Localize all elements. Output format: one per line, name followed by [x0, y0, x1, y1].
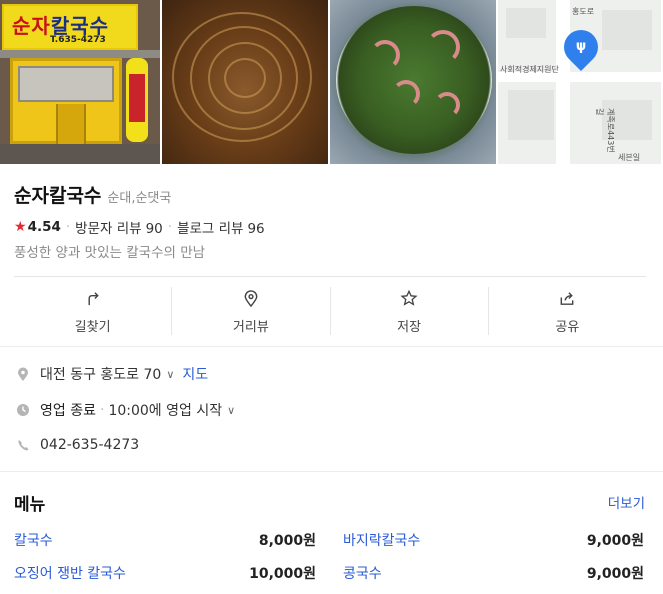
- directions-label: 길찾기: [74, 320, 111, 335]
- phone-icon: [18, 440, 29, 451]
- menu-item-name[interactable]: 칼국수: [14, 530, 53, 550]
- place-description: 풍성한 양과 맛있는 칼국수의 만남: [14, 245, 206, 261]
- noodle-dish-photo[interactable]: [162, 0, 328, 164]
- hours-row: 영업 종료 · 10:00에 영업 시작 ∨: [16, 400, 235, 420]
- menu-item-price: 8,000원: [258, 533, 316, 549]
- visitor-reviews-count: 90: [145, 221, 163, 237]
- star-icon: [400, 289, 418, 306]
- storefront-door: [56, 104, 86, 144]
- rating-star-icon: ★: [14, 219, 27, 235]
- divider: [14, 276, 646, 277]
- divider: [0, 471, 663, 472]
- awning: [0, 50, 160, 58]
- visitor-reviews-label: 방문자 리뷰: [75, 221, 142, 237]
- menu-item-name[interactable]: 바지락칼국수: [343, 530, 420, 550]
- save-label: 저장: [397, 320, 422, 335]
- map-label-street: 계족로443번길: [595, 108, 615, 153]
- location-pin-icon: [18, 367, 28, 381]
- storefront-photo[interactable]: 순자칼국수 T.635-4273: [0, 0, 160, 164]
- map-road: [556, 0, 570, 164]
- place-category: 순대,순댓국: [107, 191, 172, 206]
- menu-item-price: 9,000원: [586, 566, 644, 582]
- street-view-button[interactable]: 거리뷰: [172, 287, 331, 335]
- share-label: 공유: [555, 320, 580, 335]
- chevron-down-icon[interactable]: ∨: [166, 368, 174, 381]
- map-block: [506, 8, 546, 38]
- squid-piece: [434, 92, 460, 118]
- standing-banner-stripe: [129, 74, 145, 122]
- menu-item-price: 10,000원: [249, 566, 316, 582]
- place-name: 순자칼국수: [14, 185, 102, 207]
- pancake-dish-photo[interactable]: [330, 0, 496, 164]
- store-sign: 순자칼국수 T.635-4273: [2, 4, 138, 50]
- sidewalk: [0, 144, 160, 164]
- blog-reviews-link[interactable]: 블로그 리뷰 96: [177, 217, 265, 237]
- place-title-row: 순자칼국수 순대,순댓국: [14, 181, 171, 208]
- menu-item-name[interactable]: 콩국수: [343, 563, 382, 583]
- blog-reviews-label: 블로그 리뷰: [177, 221, 244, 237]
- directions-icon: [88, 292, 99, 306]
- chevron-down-icon[interactable]: ∨: [227, 404, 235, 417]
- visitor-reviews-link[interactable]: 방문자 리뷰 90: [75, 217, 163, 237]
- map-block: [602, 10, 652, 50]
- map-link[interactable]: 지도: [182, 364, 208, 384]
- share-button[interactable]: 공유: [489, 287, 646, 335]
- save-button[interactable]: 저장: [331, 287, 489, 335]
- sign-phone: T.635-4273: [50, 35, 106, 45]
- rating-value: 4.54: [27, 219, 61, 235]
- phone-number[interactable]: 042-635-4273: [40, 437, 139, 453]
- map-label-road: 홍도로: [572, 7, 595, 16]
- action-bar: 길찾기 거리뷰 저장 공유: [14, 287, 646, 335]
- divider: [0, 346, 663, 347]
- map-block: [508, 90, 554, 140]
- address-text: 대전 동구 홍도로 70: [40, 367, 162, 383]
- map-thumbnail[interactable]: 홍도로 사회적경제지원단 계족로443번길 세븐일 ψ: [498, 0, 661, 164]
- menu-heading: 메뉴: [14, 495, 46, 515]
- menu-item-name[interactable]: 오징어 쟁반 칼국수: [14, 563, 126, 583]
- map-label-center: 사회적경제지원단: [500, 65, 559, 74]
- phone-row: 042-635-4273: [16, 437, 139, 453]
- pancake-plate: [336, 6, 492, 154]
- blog-reviews-count: 96: [247, 221, 265, 237]
- squid-piece: [370, 40, 400, 70]
- share-icon: [560, 292, 574, 305]
- sign-name-part-a: 순자: [12, 14, 51, 38]
- street-view-label: 거리뷰: [232, 320, 269, 335]
- menu-item-price: 9,000원: [586, 533, 644, 549]
- menu-more-link[interactable]: 더보기: [608, 492, 645, 512]
- address-row: 대전 동구 홍도로 70 ∨ 지도: [16, 364, 208, 384]
- photo-strip: 순자칼국수 T.635-4273 홍도로 사회적경제지원단 계족로443번길 세…: [0, 0, 663, 164]
- restaurant-icon: ψ: [575, 39, 587, 54]
- clock-icon: [17, 404, 29, 416]
- business-status: 영업 종료: [40, 403, 96, 419]
- directions-button[interactable]: 길찾기: [14, 287, 173, 335]
- noodle-texture: [224, 58, 266, 98]
- squid-piece: [426, 30, 460, 64]
- opening-hours: 10:00에 영업 시작: [108, 403, 223, 419]
- map-label-store: 세븐일: [618, 153, 641, 162]
- squid-piece: [392, 80, 420, 108]
- location-pin-icon: [244, 290, 258, 308]
- place-stats: ★ 4.54 · 방문자 리뷰 90 · 블로그 리뷰 96: [14, 217, 265, 237]
- storefront-window: [18, 66, 114, 102]
